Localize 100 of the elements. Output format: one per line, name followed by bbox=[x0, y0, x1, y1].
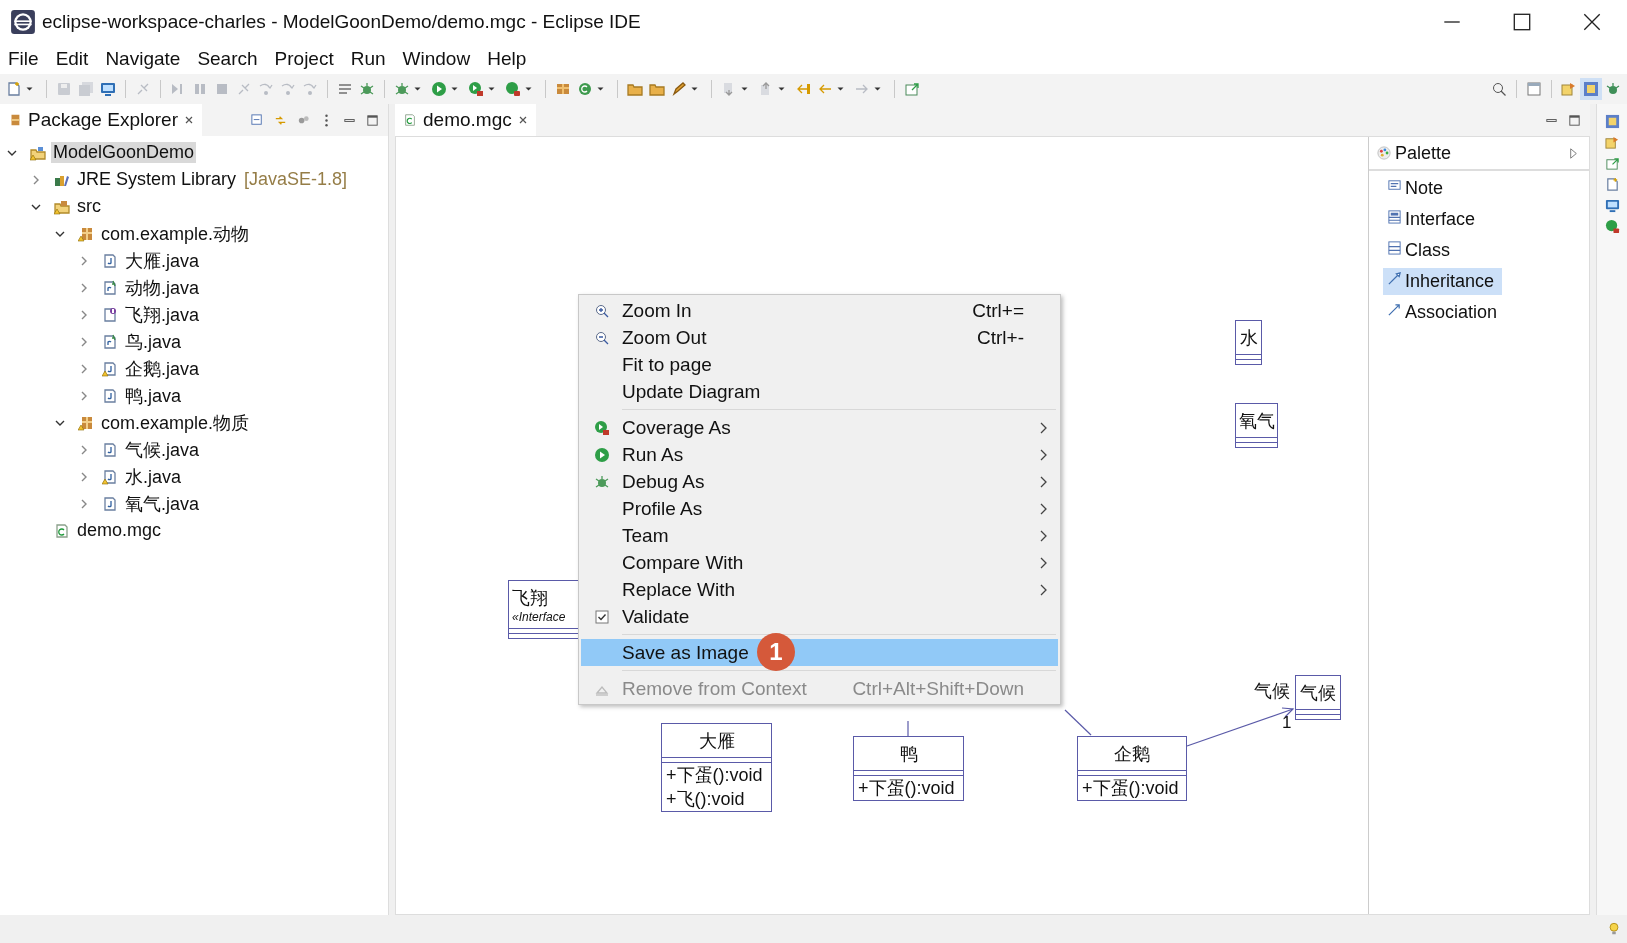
external-run-icon[interactable] bbox=[505, 81, 521, 97]
class-node[interactable]: 鸭 +下蛋():void bbox=[853, 736, 964, 801]
tree-item[interactable]: 飞翔.java bbox=[123, 302, 202, 327]
monitor-icon[interactable] bbox=[1604, 198, 1620, 213]
tree-item[interactable]: 企鹅.java bbox=[123, 356, 202, 381]
menu-item[interactable]: Profile As bbox=[581, 495, 1058, 522]
step-arrow-icon[interactable] bbox=[258, 81, 274, 97]
step-arrow-icon[interactable] bbox=[280, 81, 296, 97]
external-run-icon[interactable] bbox=[1604, 219, 1620, 234]
maximize-icon[interactable] bbox=[1511, 11, 1533, 33]
pin-icon[interactable] bbox=[1604, 156, 1620, 171]
association-arrow-icon bbox=[1387, 302, 1402, 317]
class-node[interactable]: 气候 bbox=[1295, 675, 1341, 720]
new-file-icon[interactable] bbox=[1604, 177, 1620, 192]
menu-item[interactable]: Coverage As bbox=[581, 414, 1058, 441]
menu-item[interactable]: Navigate bbox=[105, 48, 181, 70]
operation-text: +飞():void bbox=[666, 788, 746, 811]
close-icon[interactable] bbox=[183, 115, 194, 125]
menu-item[interactable]: Help bbox=[487, 48, 527, 70]
close-icon[interactable] bbox=[1581, 11, 1603, 33]
connector-line bbox=[1064, 709, 1092, 736]
pause-icon[interactable] bbox=[192, 81, 208, 97]
note-icon bbox=[1387, 178, 1402, 193]
step-arrow-icon[interactable] bbox=[302, 81, 318, 97]
checkbox[interactable] bbox=[593, 608, 610, 625]
close-icon[interactable] bbox=[517, 115, 528, 125]
menu-item[interactable]: Run As bbox=[581, 441, 1058, 468]
class-name: 氧气 bbox=[1238, 410, 1275, 433]
collapse-all-icon[interactable] bbox=[250, 112, 265, 128]
lines-icon[interactable] bbox=[337, 81, 353, 97]
monitor-icon[interactable] bbox=[100, 81, 116, 97]
run-icon[interactable] bbox=[431, 81, 447, 97]
class-node[interactable]: 水 bbox=[1235, 320, 1262, 365]
window-title: eclipse-workspace-charles - ModelGoonDemo/demo.mgc - Eclipse IDE bbox=[42, 11, 641, 33]
tree-item[interactable]: demo.mgc bbox=[75, 520, 164, 541]
menu-item[interactable]: Zoom Out Ctrl+- bbox=[581, 324, 1058, 351]
zoom-out-icon bbox=[593, 329, 610, 346]
folder-icon[interactable] bbox=[649, 81, 665, 97]
search-icon[interactable] bbox=[1491, 81, 1507, 97]
debug-perspective-icon[interactable] bbox=[1605, 81, 1621, 97]
folder-icon[interactable] bbox=[627, 81, 643, 97]
view-tab[interactable]: Package Explorer bbox=[0, 104, 202, 136]
tree-item[interactable]: 鸭.java bbox=[123, 383, 184, 408]
menu-item[interactable]: Compare With bbox=[581, 549, 1058, 576]
editor-tab-title: demo.mgc bbox=[423, 109, 512, 131]
menu-item[interactable]: Update Diagram bbox=[581, 378, 1058, 405]
last-edit-icon[interactable] bbox=[795, 81, 811, 97]
class-node[interactable]: 大雁 +下蛋():void +飞():void bbox=[661, 723, 772, 812]
menu-item[interactable]: Debug As bbox=[581, 468, 1058, 495]
menu-item[interactable]: File bbox=[8, 48, 39, 70]
tree-item[interactable]: JRE System Library bbox=[75, 169, 239, 190]
pencil-icon[interactable] bbox=[671, 81, 687, 97]
stop-icon[interactable] bbox=[214, 81, 230, 97]
maximize-icon[interactable] bbox=[365, 112, 380, 128]
class-name: 企鹅 bbox=[1114, 743, 1150, 766]
eclipse-logo-icon bbox=[10, 9, 36, 35]
coverage-icon bbox=[593, 419, 610, 436]
palette-item[interactable]: Inheritance bbox=[1383, 268, 1503, 295]
tree-item[interactable]: com.example.动物 bbox=[99, 221, 252, 246]
class-name: 飞翔 bbox=[512, 587, 548, 610]
tree-item[interactable]: 水.java bbox=[123, 464, 184, 489]
menu-item[interactable]: Project bbox=[274, 48, 334, 70]
menu-item[interactable]: Window bbox=[402, 48, 471, 70]
pin-icon[interactable] bbox=[904, 81, 920, 97]
palette-title: Palette bbox=[1395, 142, 1452, 164]
palette-item[interactable]: Association bbox=[1383, 299, 1506, 326]
tree-item-decoration: [JavaSE-1.8] bbox=[244, 169, 348, 190]
bug-icon[interactable] bbox=[359, 81, 375, 97]
tree-item[interactable]: 氧气.java bbox=[123, 491, 202, 516]
coverage-icon[interactable] bbox=[468, 81, 484, 97]
run-icon bbox=[593, 446, 610, 463]
lightbulb-icon[interactable] bbox=[1607, 921, 1621, 937]
maximize-icon[interactable] bbox=[1567, 112, 1582, 128]
package-icon[interactable] bbox=[555, 81, 571, 97]
stereotype-label: «Interface bbox=[512, 610, 566, 624]
menu-item[interactable]: Search bbox=[197, 48, 258, 70]
menu-item[interactable]: Run bbox=[350, 48, 386, 70]
class-node[interactable]: 氧气 bbox=[1235, 403, 1278, 448]
tree-item[interactable]: 动物.java bbox=[123, 275, 202, 300]
bug-icon[interactable] bbox=[394, 81, 410, 97]
menu-item[interactable]: Team bbox=[581, 522, 1058, 549]
new-file-icon[interactable] bbox=[6, 81, 22, 97]
menu-item[interactable]: Zoom In Ctrl+= bbox=[581, 297, 1058, 324]
menu-item[interactable]: Edit bbox=[55, 48, 89, 70]
new-class-icon[interactable] bbox=[577, 81, 593, 97]
perspective-icon[interactable] bbox=[1526, 81, 1542, 97]
operation-text: +下蛋():void bbox=[1082, 777, 1180, 800]
tree-item[interactable]: ModelGoonDemo bbox=[51, 142, 197, 163]
tree-item[interactable]: 气候.java bbox=[123, 437, 202, 462]
palette-item[interactable]: Note bbox=[1383, 175, 1452, 202]
palette-item[interactable]: Interface bbox=[1383, 206, 1484, 233]
tree-item[interactable]: src bbox=[75, 196, 103, 217]
class-node[interactable]: 企鹅 +下蛋():void bbox=[1077, 736, 1187, 801]
menu-item[interactable]: Fit to page bbox=[581, 351, 1058, 378]
class-name: 大雁 bbox=[698, 730, 735, 753]
tree-item[interactable]: 大雁.java bbox=[123, 248, 202, 273]
palette-item[interactable]: Class bbox=[1383, 237, 1458, 264]
tree-item[interactable]: 鸟.java bbox=[123, 329, 184, 354]
editor-tab[interactable]: demo.mgc bbox=[395, 104, 536, 136]
tree-item[interactable]: com.example.物质 bbox=[99, 410, 252, 435]
